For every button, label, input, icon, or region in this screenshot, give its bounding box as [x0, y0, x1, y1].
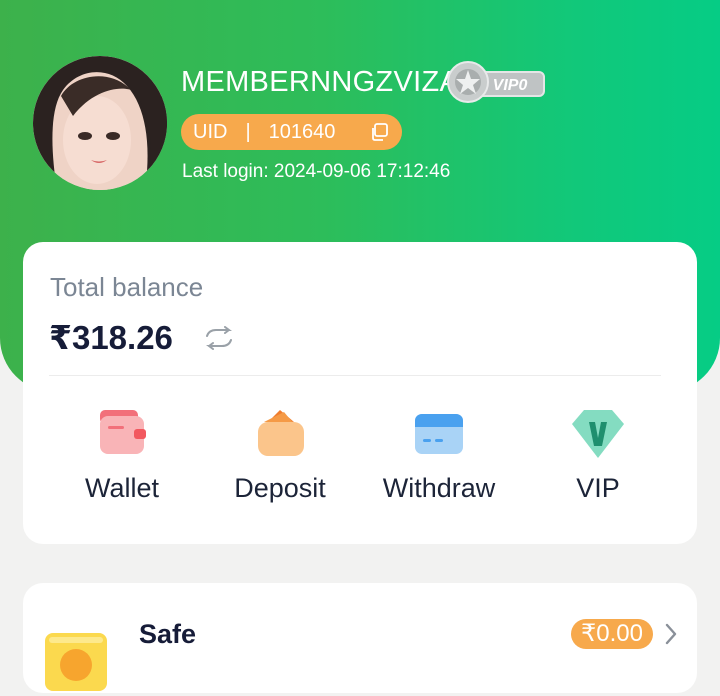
- deposit-icon: [252, 408, 308, 460]
- divider: [49, 375, 661, 376]
- balance-label: Total balance: [50, 272, 204, 302]
- safe-title: Safe: [139, 619, 197, 649]
- uid-value: 101640: [268, 120, 336, 143]
- vip-button[interactable]: VIP: [523, 408, 673, 504]
- balance-amount: ₹318.26: [49, 319, 173, 356]
- deposit-button[interactable]: Deposit: [205, 408, 355, 504]
- vip-level-badge: VIP0: [446, 60, 546, 104]
- uid-label: UID: [193, 120, 228, 143]
- uid-badge: UID | 101640: [181, 114, 402, 150]
- safe-card[interactable]: Safe ₹0.00: [23, 583, 697, 693]
- withdraw-label: Withdraw: [382, 473, 496, 503]
- refresh-icon[interactable]: [203, 326, 235, 350]
- last-login-text: Last login: 2024-09-06 17:12:46: [182, 161, 451, 182]
- safe-icon: [43, 631, 109, 691]
- avatar-image: [33, 56, 167, 190]
- wallet-button[interactable]: Wallet: [47, 408, 197, 504]
- withdraw-icon: [411, 408, 467, 460]
- deposit-label: Deposit: [234, 473, 326, 503]
- vip-label: VIP: [576, 473, 620, 503]
- wallet-label: Wallet: [84, 473, 159, 503]
- safe-amount-badge: ₹0.00: [571, 619, 653, 649]
- avatar[interactable]: [33, 56, 167, 190]
- withdraw-button[interactable]: Withdraw: [364, 408, 514, 504]
- username: MEMBERNNGZVIZA: [181, 66, 460, 98]
- vip-icon: [570, 408, 626, 460]
- copy-icon[interactable]: [370, 123, 388, 141]
- wallet-icon: [94, 408, 150, 460]
- svg-text:VIP0: VIP0: [493, 77, 528, 94]
- balance-card: Total balance ₹318.26 Wallet Deposit Wit…: [23, 242, 697, 544]
- uid-separator: |: [245, 120, 251, 143]
- chevron-right-icon[interactable]: [664, 623, 678, 645]
